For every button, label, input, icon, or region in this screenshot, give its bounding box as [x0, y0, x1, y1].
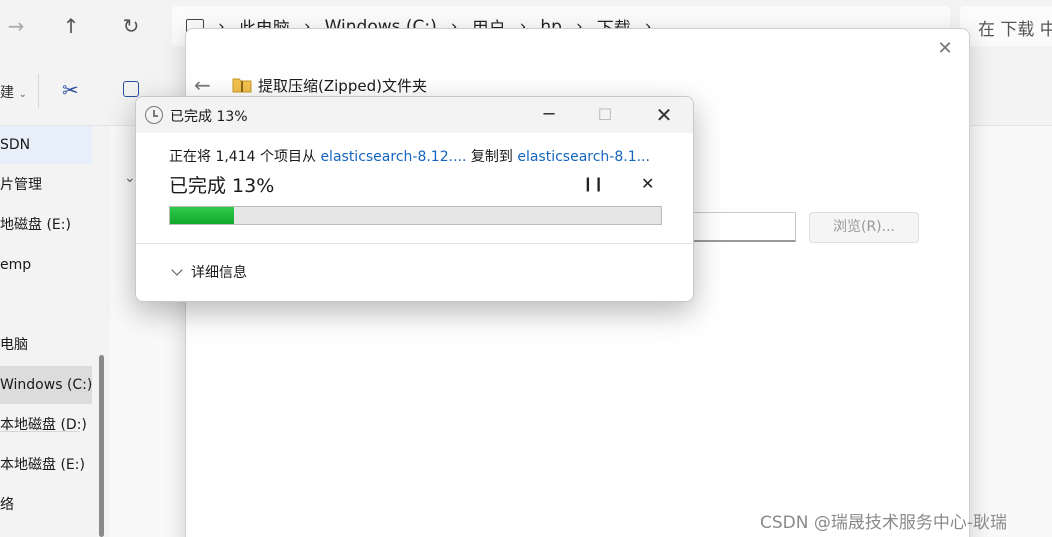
chevron-down-icon[interactable]: ⌄ — [124, 170, 136, 186]
progress-bar — [169, 206, 662, 225]
dialog-divider — [136, 243, 693, 244]
copy-status-text: 正在将 1,414 个项目从 elasticsearch-8.12.... 复制… — [169, 146, 650, 166]
dialog-title: 已完成 13% — [170, 109, 248, 125]
sidebar-scrollbar[interactable] — [99, 355, 104, 537]
copy-progress-dialog: 已完成 13% ─ ☐ ✕ 正在将 1,414 个项目从 elasticsear… — [135, 96, 694, 302]
chevron-down-icon: ⌄ — [18, 89, 27, 100]
chevron-down-icon — [171, 263, 183, 276]
sidebar-item[interactable]: 片管理 — [0, 166, 92, 204]
dialog-titlebar[interactable]: 已完成 13% ─ ☐ ✕ — [136, 97, 693, 133]
destination-link[interactable]: elasticsearch-8.1... — [517, 149, 650, 165]
sidebar-item[interactable]: SDN — [0, 126, 92, 164]
copy-text-prefix: 正在将 1,414 个项目从 — [169, 149, 321, 165]
copy-text-mid: 复制到 — [466, 149, 518, 165]
forward-arrow-icon[interactable]: → — [0, 10, 32, 42]
wizard-title: 提取压缩(Zipped)文件夹 — [258, 77, 427, 95]
clock-icon — [145, 106, 163, 124]
up-arrow-icon[interactable]: ↑ — [55, 10, 87, 42]
new-button[interactable]: 建 ⌄ — [0, 82, 27, 102]
progress-percent-text: 已完成 13% — [169, 175, 275, 197]
cancel-icon[interactable]: ✕ — [641, 174, 654, 193]
navigation-pane: SDN 片管理 地磁盘 (E:) emp 电脑 Windows (C:) 本地磁… — [0, 126, 92, 537]
details-label: 详细信息 — [191, 265, 247, 281]
search-input[interactable]: 在 下载 中 — [960, 6, 1052, 46]
back-arrow-icon[interactable]: ← — [194, 73, 211, 97]
minimize-icon[interactable]: ─ — [526, 99, 572, 131]
pause-icon[interactable]: ❙❙ — [582, 176, 604, 192]
sidebar-item-windows-c[interactable]: Windows (C:) — [0, 366, 92, 404]
maximize-icon: ☐ — [597, 105, 613, 124]
watermark-text: CSDN @瑞晟技术服务中心-耿瑞 — [760, 513, 1008, 533]
sidebar-item-disk-e[interactable]: 本地磁盘 (E:) — [0, 446, 92, 484]
sidebar-item-this-pc[interactable]: 电脑 — [0, 326, 92, 364]
dialog-body: 正在将 1,414 个项目从 elasticsearch-8.12.... 复制… — [136, 133, 693, 301]
browse-button[interactable]: 浏览(R)... — [809, 212, 919, 243]
sidebar-item[interactable]: 地磁盘 (E:) — [0, 206, 92, 244]
more-details-toggle[interactable]: 详细信息 — [171, 262, 247, 282]
source-link[interactable]: elasticsearch-8.12.... — [320, 149, 466, 165]
close-icon[interactable]: ✕ — [641, 99, 687, 131]
progress-bar-fill — [170, 207, 234, 224]
zip-folder-icon — [232, 78, 252, 93]
sidebar-item-disk-d[interactable]: 本地磁盘 (D:) — [0, 406, 92, 444]
cut-icon[interactable]: ✂ — [62, 78, 79, 102]
sidebar-item[interactable]: emp — [0, 246, 92, 284]
refresh-icon[interactable]: ↻ — [115, 10, 147, 42]
close-icon[interactable]: ✕ — [931, 35, 959, 63]
copy-icon[interactable] — [123, 81, 139, 97]
toolbar-divider — [38, 74, 39, 108]
sidebar-item-network[interactable]: 络 — [0, 486, 92, 524]
destination-path-input[interactable] — [691, 212, 796, 242]
